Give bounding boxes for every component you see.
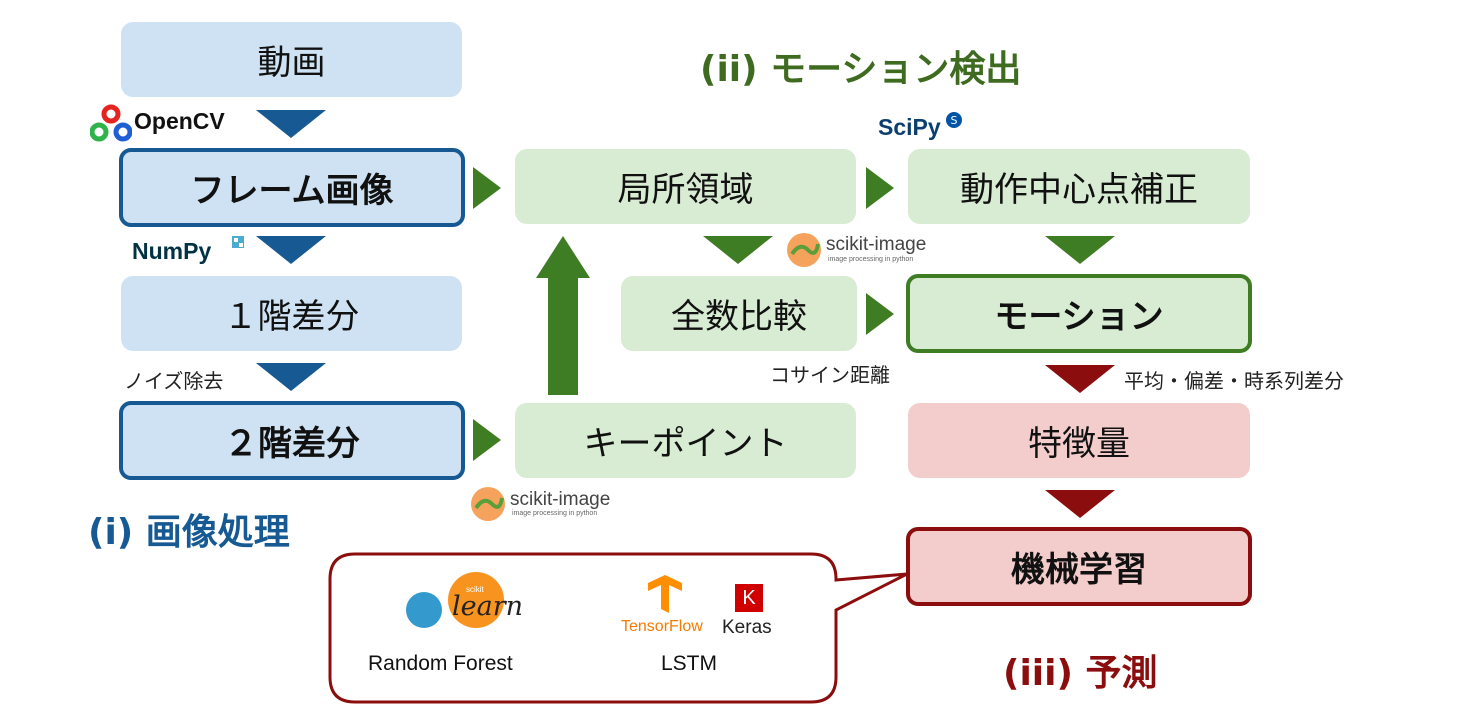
box-local-region: 局所領域 <box>515 149 856 224</box>
box-second-diff: ２階差分 <box>119 401 465 480</box>
box-machine-learning: 機械学習 <box>906 527 1252 606</box>
arrow-motion-to-features <box>1045 365 1115 393</box>
box-video: 動画 <box>121 22 462 97</box>
keras-icon: K <box>735 584 763 612</box>
section-title-prediction: (iii) 予測 <box>1003 653 1158 694</box>
arrow-keypoint-up <box>536 236 590 395</box>
opencv-label: OpenCV <box>134 108 225 134</box>
note-cosine-distance: コサイン距離 <box>770 363 890 387</box>
scikit-image-label: scikit-image <box>826 234 927 255</box>
note-noise-removal: ノイズ除去 <box>124 369 224 393</box>
scikit-learn-label: learn <box>452 591 524 622</box>
arrow-second-to-keypoint <box>473 419 501 461</box>
box-motion-center: 動作中心点補正 <box>908 149 1250 224</box>
box-features: 特徴量 <box>908 403 1250 478</box>
scikit-image-icon <box>787 233 821 267</box>
arrow-center-to-motion <box>1045 236 1115 264</box>
section-title-motion-detection: (ii) モーション検出 <box>700 49 1022 90</box>
arrow-features-to-ml <box>1045 490 1115 518</box>
scipy-label: SciPy <box>878 114 941 140</box>
section-title-image-processing: (i) 画像処理 <box>88 512 290 553</box>
scipy-icon: S <box>946 112 962 128</box>
arrow-local-to-center <box>866 167 894 209</box>
box-frame-image: フレーム画像 <box>119 148 465 227</box>
box-full-compare: 全数比較 <box>621 276 857 351</box>
random-forest-label: Random Forest <box>368 652 513 675</box>
box-keypoint: キーポイント <box>515 403 856 478</box>
box-first-diff: １階差分 <box>121 276 462 351</box>
tensorflow-label: TensorFlow <box>621 618 703 635</box>
scikit-image-icon <box>471 487 505 521</box>
arrow-frame-to-first-diff <box>256 236 326 264</box>
arrow-compare-to-motion <box>866 293 894 335</box>
opencv-icon <box>90 104 132 142</box>
arrow-local-to-compare <box>703 236 773 264</box>
numpy-label: NumPy <box>132 238 212 264</box>
numpy-cube-icon <box>232 236 244 248</box>
arrow-video-to-frame <box>256 110 326 138</box>
scikit-image-sub-label: image processing in python <box>828 256 914 263</box>
note-feature-stats: 平均・偏差・時系列差分 <box>1124 369 1344 393</box>
arrow-first-to-second-diff <box>256 363 326 391</box>
arrow-frame-to-local <box>473 167 501 209</box>
keras-label: Keras <box>722 617 772 638</box>
box-motion: モーション <box>906 274 1252 353</box>
svg-text:S: S <box>951 114 958 127</box>
scikit-image-sub-label: image processing in python <box>512 510 598 517</box>
scikit-image-label: scikit-image <box>510 489 611 510</box>
lstm-label: LSTM <box>661 652 718 675</box>
tensorflow-icon <box>648 575 682 613</box>
